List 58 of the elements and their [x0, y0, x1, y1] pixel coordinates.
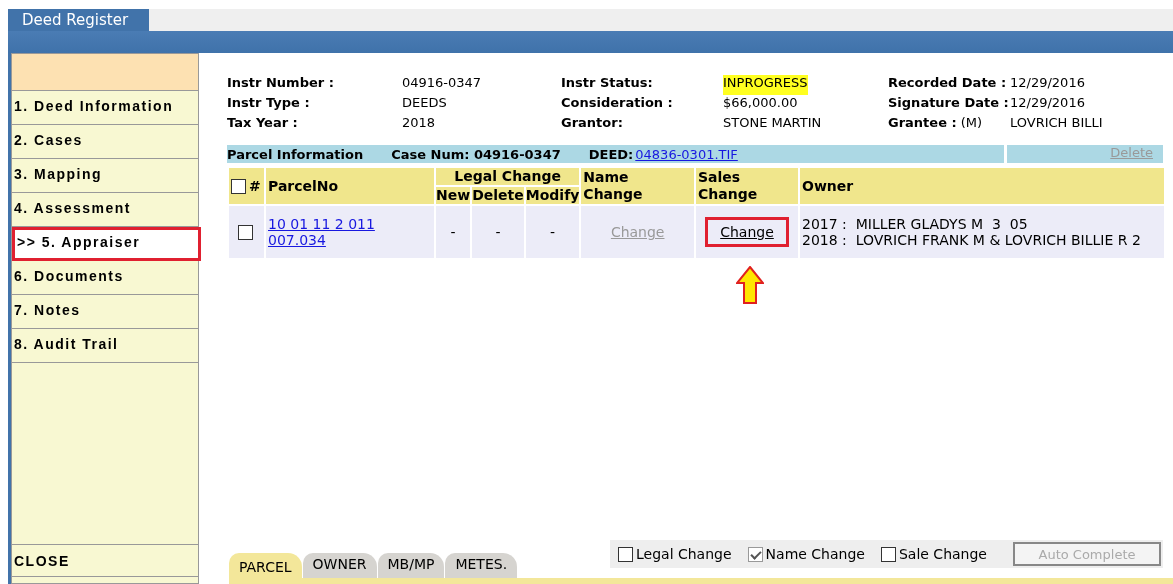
table-cell: - — [525, 206, 580, 258]
header-cell: Legal Change — [436, 168, 580, 185]
field-label: Signature Date : — [888, 95, 1009, 112]
header-cell: Owner — [800, 168, 1164, 204]
bottom-tab[interactable]: METES. — [445, 553, 518, 578]
row-checkbox[interactable] — [237, 225, 253, 241]
header-cell: Sales Change — [696, 168, 798, 204]
field-value: LOVRICH BILLI — [1010, 115, 1103, 132]
field-value: 04916-0347 — [402, 75, 482, 92]
up-arrow-icon — [736, 266, 764, 304]
sidebar-item[interactable]: 2. Cases — [12, 125, 198, 159]
option-label: Legal Change — [636, 546, 732, 562]
header-cell: Name Change — [581, 168, 694, 204]
bottom-tab[interactable]: MB/MP — [377, 553, 445, 578]
field-prefix: (M) — [960, 115, 983, 132]
parcel-title: Parcel Information — [227, 146, 364, 162]
table-cell: - — [436, 206, 471, 258]
option-checkbox[interactable] — [880, 546, 896, 562]
field-label: Instr Type : — [227, 95, 310, 112]
header-cell: Modify — [525, 187, 580, 204]
change-link[interactable]: Change — [705, 217, 789, 247]
field-label: Consideration : — [561, 95, 673, 112]
header-cell: ParcelNo — [266, 168, 434, 204]
case-number: Case Num: 04916-0347 — [391, 146, 561, 162]
owner-cell: 2017 : MILLER GLADYS M 3 05 2018 : LOVRICH FRANK M & LOVRICH BILLIE R 2 — [800, 206, 1164, 258]
field-label: Grantor: — [561, 115, 623, 132]
number-header: # — [249, 177, 261, 194]
sidebar-item[interactable]: 3. Mapping — [12, 159, 198, 193]
deed-link[interactable]: 04836-0301.TIF — [635, 146, 738, 162]
field-value: STONE MARTIN — [723, 115, 822, 132]
sidebar-item[interactable]: 1. Deed Information — [12, 91, 198, 125]
select-all-checkbox[interactable] — [231, 179, 246, 194]
field-label: Instr Status: — [561, 75, 653, 92]
header-cell: Delete — [472, 187, 524, 204]
option-checkbox[interactable] — [618, 546, 633, 562]
field-value: INPROGRESS — [723, 75, 808, 95]
sidebar-item[interactable]: >> 5. Appraiser — [12, 227, 201, 261]
field-label: Instr Number : — [227, 75, 334, 92]
field-value: 2018 — [402, 115, 436, 132]
field-label: Grantee : — [888, 115, 957, 132]
option-label: Name Change — [765, 546, 865, 562]
field-value: 12/29/2016 — [1010, 95, 1085, 112]
deed-label: DEED: — [588, 146, 634, 162]
field-label: Recorded Date : — [888, 75, 1007, 92]
close-item[interactable]: CLOSE — [12, 545, 198, 577]
sidebar-item[interactable]: 6. Documents — [12, 261, 198, 295]
sidebar-item[interactable]: 7. Notes — [12, 295, 198, 329]
option-label: Sale Change — [898, 546, 987, 562]
field-value: DEEDS — [402, 95, 447, 112]
app-tab[interactable]: Deed Register — [8, 9, 149, 31]
field-value: 12/29/2016 — [1010, 75, 1085, 92]
sidebar-item[interactable]: 8. Audit Trail — [12, 329, 198, 363]
table-cell: - — [472, 206, 524, 258]
bottom-tab[interactable]: PARCEL — [229, 553, 302, 578]
field-label: Tax Year : — [227, 115, 298, 132]
field-value: $66,000.00 — [723, 95, 798, 112]
header-cell: New — [436, 187, 471, 204]
bottom-tab[interactable]: OWNER — [302, 553, 377, 578]
